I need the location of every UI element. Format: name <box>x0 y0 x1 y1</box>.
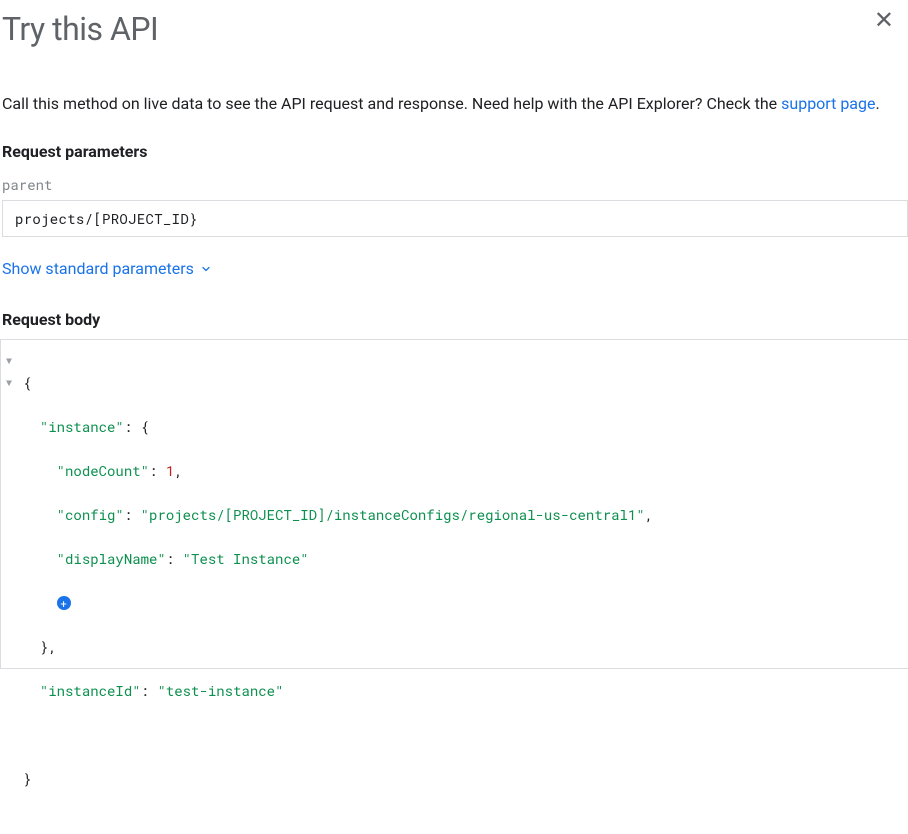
json-val-config: "projects/[PROJECT_ID]/instanceConfigs/r… <box>141 505 645 524</box>
json-code-area[interactable]: { "instance": { "nodeCount": 1, "config"… <box>17 340 908 668</box>
plus-icon: + <box>60 598 67 609</box>
json-key-nodecount: "nodeCount" <box>57 461 149 480</box>
description-text: Call this method on live data to see the… <box>0 48 908 116</box>
page-title: Try this API <box>2 0 158 48</box>
json-key-config: "config" <box>57 505 124 524</box>
request-parameters-heading: Request parameters <box>0 116 908 161</box>
request-body-editor[interactable]: ▼ ▼ { "instance": { "nodeCount": 1, "con… <box>0 339 908 669</box>
support-page-link[interactable]: support page <box>781 94 875 113</box>
fold-toggle-icon[interactable]: ▼ <box>1 350 17 372</box>
close-icon: ✕ <box>874 6 894 34</box>
description-prefix: Call this method on live data to see the… <box>2 94 781 113</box>
toggle-label: Show standard parameters <box>2 259 194 278</box>
json-key-instance: "instance" <box>40 417 124 436</box>
json-key-instanceid: "instanceId" <box>40 681 141 700</box>
description-suffix: . <box>875 94 879 113</box>
json-val-instanceid: "test-instance" <box>157 681 283 700</box>
fold-gutter[interactable]: ▼ ▼ <box>1 340 17 668</box>
chevron-down-icon <box>200 263 212 275</box>
param-name-label: parent <box>0 161 908 194</box>
json-val-nodecount: 1 <box>166 461 174 480</box>
request-body-heading: Request body <box>0 278 908 329</box>
fold-toggle-icon[interactable]: ▼ <box>1 372 17 394</box>
parent-input[interactable] <box>2 200 908 237</box>
show-standard-parameters-toggle[interactable]: Show standard parameters <box>0 237 214 278</box>
close-button[interactable]: ✕ <box>874 0 906 32</box>
add-property-button[interactable]: + <box>57 596 71 610</box>
json-key-displayname: "displayName" <box>57 549 166 568</box>
json-val-displayname: "Test Instance" <box>183 549 309 568</box>
